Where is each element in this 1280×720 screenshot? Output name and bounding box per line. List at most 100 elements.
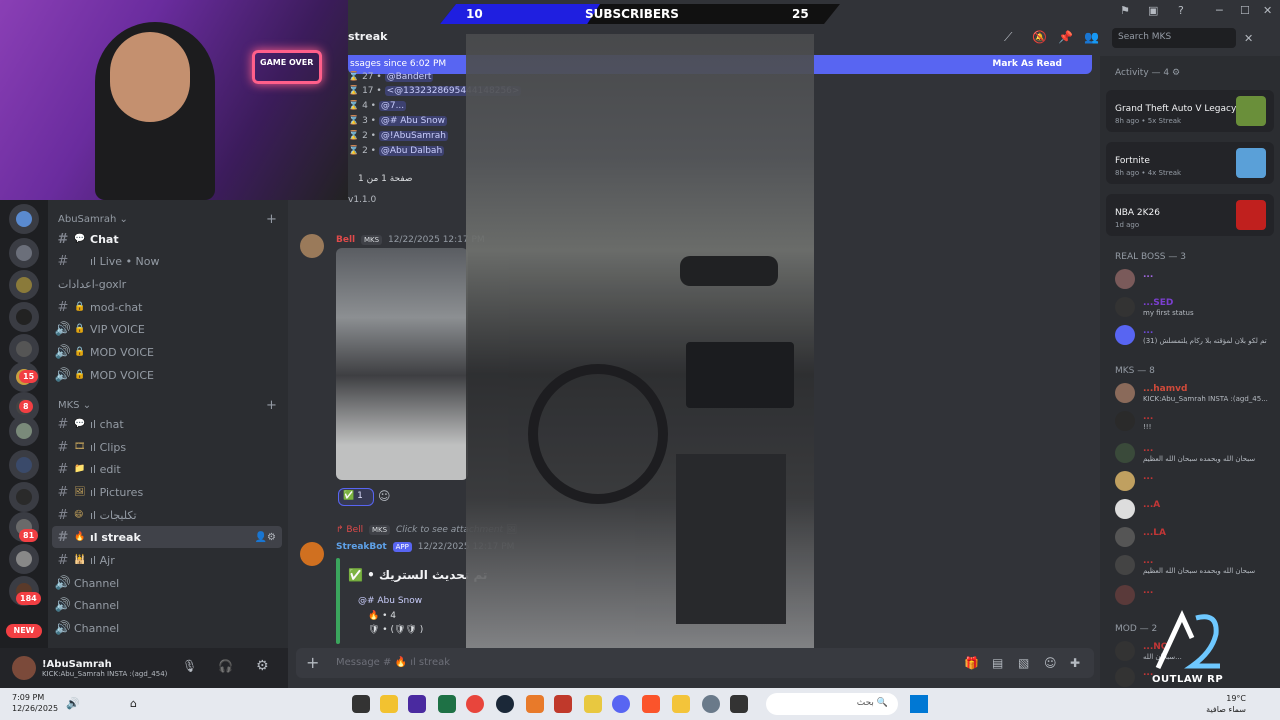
message-author[interactable]: Bell xyxy=(336,235,355,245)
add-channel-icon[interactable]: + xyxy=(266,212,277,227)
minimize-icon[interactable]: ─ xyxy=(1216,4,1223,17)
channel-item[interactable]: 🔊 Channel xyxy=(52,617,282,639)
member-item[interactable]: ...LA xyxy=(1115,526,1275,548)
server-icon[interactable] xyxy=(9,270,39,300)
channel-item[interactable]: اعدادات-goxlr xyxy=(52,273,282,295)
headphones-icon[interactable]: 🎧 xyxy=(218,659,233,673)
search-input[interactable]: Search MKS xyxy=(1112,28,1236,48)
excel-app-icon[interactable] xyxy=(438,695,456,713)
member-item[interactable]: ...A xyxy=(1115,498,1275,520)
user-avatar[interactable] xyxy=(12,656,36,680)
sticker-icon[interactable]: ▧ xyxy=(1018,656,1029,670)
server-icon[interactable] xyxy=(9,416,39,446)
member-item[interactable]: ...!!! xyxy=(1115,410,1275,432)
channel-item[interactable]: # 😄 ıl تكليجات xyxy=(52,504,282,526)
start-button[interactable] xyxy=(910,695,928,713)
channel-item[interactable]: # 💬 ıl chat xyxy=(52,413,282,435)
category-header[interactable]: AbuSamrah ⌄ + xyxy=(58,212,277,227)
member-item[interactable]: ... (31) تم لكو بلان لمؤقته بلا ركام يلتم… xyxy=(1115,324,1275,346)
activity-card[interactable]: NBA 2K26 1d ago xyxy=(1106,194,1274,236)
user-settings-icon[interactable]: ⚙ xyxy=(256,658,269,674)
microphone-icon[interactable]: 🎙 xyxy=(182,659,197,673)
app-icon[interactable] xyxy=(554,695,572,713)
pin-icon[interactable]: 📌 xyxy=(1058,30,1073,44)
obs-app-icon[interactable] xyxy=(408,695,426,713)
weather-widget[interactable]: 19°C سماء صافية xyxy=(1200,693,1246,715)
app-icon[interactable] xyxy=(380,695,398,713)
inbox-flag-icon[interactable]: ⚑ xyxy=(1120,4,1130,17)
maximize-icon[interactable]: ☐ xyxy=(1240,4,1250,17)
server-icon[interactable] xyxy=(9,204,39,234)
attach-plus-icon[interactable]: + xyxy=(306,653,319,672)
help-icon[interactable]: ? xyxy=(1178,4,1184,17)
member-item[interactable]: ... سبحان الله وبحمده سبحان الله العظيم xyxy=(1115,442,1275,464)
channel-item[interactable]: 🔊 🔒 MOD VOICE xyxy=(52,364,282,386)
emoji-icon[interactable]: ☺ xyxy=(1044,656,1057,670)
gif-icon[interactable]: ▤ xyxy=(992,656,1003,670)
server-icon[interactable] xyxy=(9,302,39,332)
speaker-icon[interactable]: 🔊 xyxy=(66,697,80,710)
mark-as-read-button[interactable]: Mark As Read xyxy=(992,59,1062,69)
member-item[interactable]: ... سبحان الله وبحمده سبحان الله العظيم xyxy=(1115,554,1275,576)
cod-app-icon[interactable] xyxy=(352,695,370,713)
gift-icon[interactable]: 🎁 xyxy=(964,656,979,670)
server-icon[interactable] xyxy=(9,238,39,268)
members-icon[interactable]: 👥 xyxy=(1084,30,1099,44)
add-reaction-icon[interactable]: ☺ xyxy=(378,489,391,503)
settings-app-icon[interactable] xyxy=(702,695,720,713)
channel-item[interactable]: # ıl Live • Now xyxy=(52,250,282,272)
embed-mention[interactable]: @# Abu Snow xyxy=(358,596,422,606)
member-item[interactable]: ...hamvd KICK:Abu_Samrah INSTA :(agd_45..… xyxy=(1115,382,1275,404)
channel-item[interactable]: 🔊 Channel xyxy=(52,594,282,616)
chrome-app-icon[interactable] xyxy=(466,695,484,713)
channel-item[interactable]: 🔊 Channel xyxy=(52,572,282,594)
member-item[interactable]: ... xyxy=(1115,470,1275,492)
activity-card[interactable]: Fortnite 8h ago • 4x Streak xyxy=(1106,142,1274,184)
channel-item[interactable]: # 🔒 mod-chat xyxy=(52,296,282,318)
channel-item[interactable]: # 📁 ıl edit xyxy=(52,458,282,480)
server-icon[interactable] xyxy=(9,482,39,512)
network-icon[interactable]: ⌂ xyxy=(130,697,137,710)
channel-item[interactable]: # 💬 Chat xyxy=(52,228,282,250)
apps-icon[interactable]: ✚ xyxy=(1070,656,1080,670)
image-preview-overlay[interactable] xyxy=(466,34,814,653)
server-icon[interactable] xyxy=(9,334,39,364)
message-author[interactable]: StreakBot xyxy=(336,542,387,552)
app-icon[interactable] xyxy=(584,695,602,713)
category-header[interactable]: MKS ⌄ + xyxy=(58,398,277,413)
image-attachment[interactable] xyxy=(336,248,468,480)
app-icon[interactable] xyxy=(730,695,748,713)
channel-item[interactable]: # 🕌 ıl Ajr xyxy=(52,549,282,571)
discord-app-icon[interactable] xyxy=(612,695,630,713)
message-composer[interactable]: + Message # 🔥 ıl streak 🎁 ▤ ▧ ☺ ✚ xyxy=(296,648,1094,678)
streakbot-avatar[interactable] xyxy=(300,542,324,566)
channel-item[interactable]: # 🎞 ıl Clips xyxy=(52,436,282,458)
user-info[interactable]: !AbuSamrah KICK:Abu_Samrah INSTA :(agd_4… xyxy=(42,659,167,678)
server-icon[interactable] xyxy=(9,544,39,574)
add-channel-icon[interactable]: + xyxy=(266,398,277,413)
channel-item[interactable]: 🔊 🔒 VIP VOICE xyxy=(52,318,282,340)
member-item[interactable]: ...SED my first status xyxy=(1115,296,1275,318)
channel-item-active[interactable]: # 🔥 ıl streak 👤⚙ xyxy=(52,526,282,548)
avatar[interactable] xyxy=(300,234,324,258)
threads-icon[interactable]: ⟋ xyxy=(1004,30,1012,45)
channel-settings-icon[interactable]: 👤⚙ xyxy=(255,532,276,543)
steam-app-icon[interactable] xyxy=(496,695,514,713)
close-search-icon[interactable]: ✕ xyxy=(1244,32,1253,45)
member-item[interactable]: ... xyxy=(1115,268,1275,290)
reaction-check[interactable]: ✅ 1 xyxy=(338,488,374,506)
server-icon[interactable] xyxy=(9,450,39,480)
brave-app-icon[interactable] xyxy=(642,695,660,713)
channel-item[interactable]: # 🖼 ıl Pictures xyxy=(52,481,282,503)
app-icon[interactable] xyxy=(526,695,544,713)
close-window-icon[interactable]: ✕ xyxy=(1263,4,1272,17)
taskbar-search[interactable]: بحث 🔍 xyxy=(766,693,898,715)
taskbar-clock[interactable]: 7:09 PM 12/26/2025 xyxy=(12,692,58,714)
activity-card[interactable]: Grand Theft Auto V Legacy 8h ago • 5x St… xyxy=(1106,90,1274,132)
activity-header[interactable]: Activity — 4 ⚙ xyxy=(1115,68,1180,78)
mute-bell-icon[interactable]: 🔕 xyxy=(1032,30,1047,44)
screen-share-icon[interactable]: ▣ xyxy=(1148,4,1158,17)
member-item[interactable]: ... xyxy=(1115,584,1275,606)
channel-item[interactable]: 🔊 🔒 MOD VOICE xyxy=(52,341,282,363)
explorer-app-icon[interactable] xyxy=(672,695,690,713)
